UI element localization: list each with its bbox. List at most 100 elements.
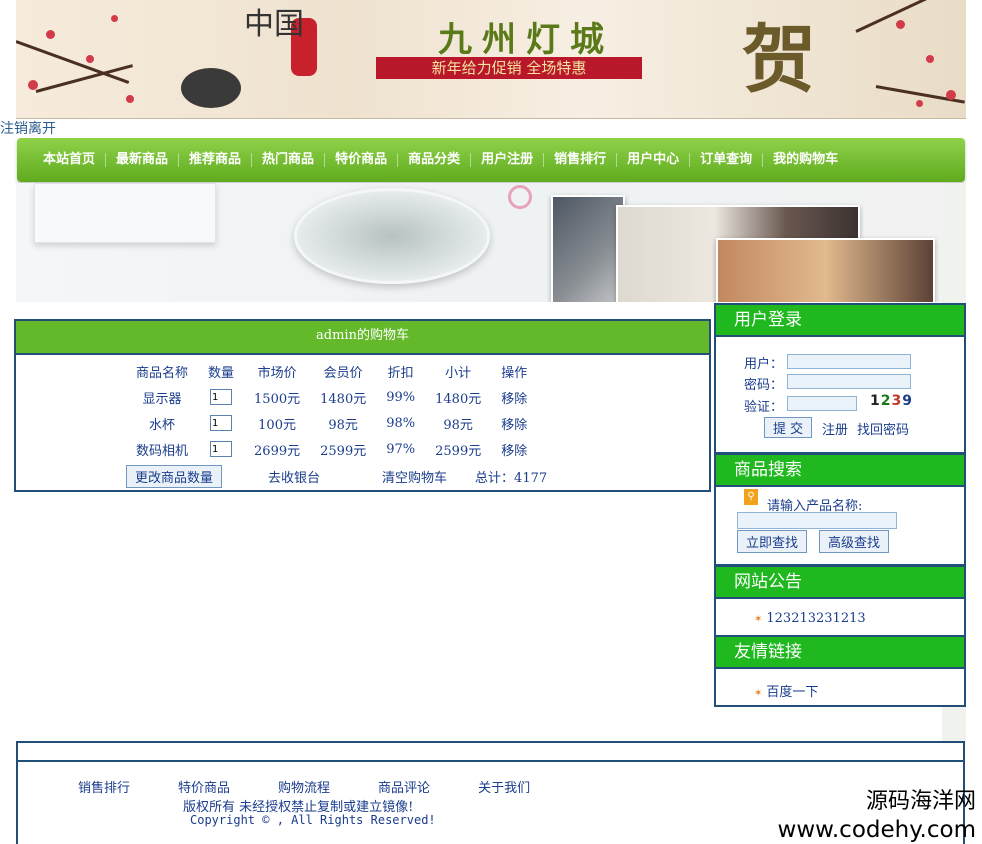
column-header: 小计 [445, 365, 472, 381]
cart-cell-discount: 99% [386, 389, 416, 405]
footer-copyright: Copyright © , All Rights Reserved! [190, 813, 436, 827]
nav-item[interactable]: 用户注册 [471, 153, 545, 167]
bullet-icon: ✶ [754, 688, 763, 699]
footer-divider [18, 760, 963, 762]
remove-link[interactable]: 移除 [491, 410, 537, 436]
watermark-url: www.codehy.com [777, 817, 976, 843]
footer-links: 销售排行 特价商品 购物流程 商品评论 关于我们 [78, 777, 578, 796]
bullet-icon: ✶ [754, 614, 763, 625]
password-input[interactable] [787, 374, 911, 389]
nav-item[interactable]: 推荐商品 [179, 153, 253, 167]
quantity-input[interactable] [210, 415, 233, 432]
cart-cell-market: 1500元 [254, 391, 301, 407]
links-title: 友情链接 [716, 637, 964, 669]
nav-item[interactable]: 特价商品 [325, 153, 399, 167]
captcha-input[interactable] [787, 396, 857, 411]
register-link[interactable]: 注册 [822, 419, 848, 438]
hero-image [16, 183, 942, 302]
advanced-search-button[interactable]: 高级查找 [819, 530, 890, 553]
nav-item[interactable]: 最新商品 [106, 153, 180, 167]
cart-cell-member: 2599元 [320, 443, 367, 459]
footer-link[interactable]: 特价商品 [178, 777, 230, 796]
forgot-password-link[interactable]: 找回密码 [857, 419, 909, 438]
table-row: 显示器1500元1480元99%1480元移除 [126, 384, 537, 410]
checkout-link[interactable]: 去收银台 [268, 467, 320, 486]
clear-cart-link[interactable]: 清空购物车 [382, 467, 447, 486]
site-title: 九州灯城 [438, 20, 614, 60]
cart-cell-subtotal: 2599元 [435, 443, 482, 459]
cart-total: 总计：4177 [475, 471, 548, 486]
product-name-input[interactable] [737, 512, 897, 529]
ink-stone-decoration [181, 68, 241, 108]
cart-title: admin的购物车 [16, 321, 709, 355]
nav-item[interactable]: 我的购物车 [763, 153, 848, 167]
notice-title: 网站公告 [716, 567, 964, 599]
footer-link[interactable]: 商品评论 [378, 777, 430, 796]
cart-cell-name: 水杯 [149, 417, 176, 433]
column-header: 操作 [501, 365, 528, 381]
cart-cell-member: 1480元 [320, 391, 367, 407]
captcha-label: 验证： [744, 400, 784, 415]
site-notice-panel: 网站公告 ✶ 123213231213 [714, 565, 966, 637]
logout-link[interactable]: 注销离开 [0, 118, 56, 138]
cart-cell-subtotal: 1480元 [435, 391, 482, 407]
login-title: 用户登录 [716, 305, 964, 337]
cart-cell-name: 显示器 [142, 391, 182, 407]
friend-links-panel: 友情链接 ✶ 百度一下 [714, 635, 966, 707]
cart-cell-market: 100元 [258, 417, 296, 433]
cart-cell-name: 数码相机 [136, 443, 189, 459]
round-lamp-image [294, 188, 490, 284]
username-label: 用户： [744, 357, 784, 372]
watermark: 源码海洋网 www.codehy.com [778, 788, 976, 844]
product-search-panel: 商品搜索 ⚲ 请输入产品名称: 立即查找 高级查找 [714, 453, 966, 566]
captcha-image[interactable]: 1239 [870, 393, 914, 411]
quantity-cell [198, 410, 244, 436]
footer-link[interactable]: 销售排行 [78, 777, 130, 796]
notice-item[interactable]: ✶ 123213231213 [754, 611, 866, 626]
watermark-name: 源码海洋网 [865, 789, 976, 814]
cart-cell-subtotal: 98元 [443, 417, 473, 433]
quantity-input[interactable] [210, 441, 233, 458]
nav-item[interactable]: 商品分类 [398, 153, 472, 167]
ring-decoration [508, 185, 532, 209]
banner-seal-text: 中国 [244, 7, 304, 42]
nav-item[interactable]: 用户中心 [617, 153, 691, 167]
footer-link[interactable]: 关于我们 [478, 777, 530, 796]
column-header: 市场价 [257, 365, 297, 381]
banner-slogan: 新年给力促销 全场特惠 [376, 57, 642, 79]
cart-cell-market: 2699元 [254, 443, 301, 459]
nav-item[interactable]: 订单查询 [690, 153, 764, 167]
cart-header-row: 商品名称 数量 市场价 会员价 折扣 小计 操作 [126, 358, 537, 384]
left-gutter [0, 183, 14, 743]
search-icon: ⚲ [744, 489, 758, 505]
table-row: 水杯 100元 98元 98% 98元 移除 [126, 410, 537, 436]
site-banner: 中国 九州灯城 新年给力促销 全场特惠 贺 [16, 0, 966, 119]
quantity-input[interactable] [210, 389, 233, 406]
square-lamp-image [34, 183, 216, 243]
cart-actions: 更改商品数量 去收银台 清空购物车 总计：4177 [126, 465, 547, 488]
password-label: 密码： [744, 378, 784, 393]
room-photo-3 [716, 238, 935, 302]
footer-link[interactable]: 购物流程 [278, 777, 330, 796]
friend-link-item[interactable]: ✶ 百度一下 [754, 681, 818, 700]
cart-cell-member: 98元 [328, 417, 358, 433]
cart-table: 商品名称数量市场价会员价折扣小计操作显示器1500元1480元99%1480元移… [126, 358, 537, 462]
shopping-cart-panel: admin的购物车 商品名称 数量 市场价 会员价 折扣 小计 操作显示器 1500元 1480… [14, 319, 711, 492]
login-submit-button[interactable]: 提 交 [764, 417, 813, 438]
quantity-cell [198, 436, 244, 462]
room-photo-1 [551, 195, 625, 302]
update-quantity-button[interactable]: 更改商品数量 [126, 465, 223, 488]
nav-item[interactable]: 销售排行 [544, 153, 618, 167]
column-header: 数量 [208, 365, 235, 381]
remove-link[interactable]: 移除 [491, 384, 537, 410]
nav-item[interactable]: 本站首页 [33, 153, 107, 167]
column-header: 商品名称 [136, 365, 189, 381]
username-input[interactable] [787, 354, 911, 369]
nav-item[interactable]: 热门商品 [252, 153, 326, 167]
search-button[interactable]: 立即查找 [737, 530, 808, 553]
main-nav: 本站首页 最新商品 推荐商品 热门商品 特价商品 商品分类 用户注册 销售排行 用户中心 订单查询… [17, 138, 965, 182]
login-panel: 用户登录 用户： 密码： 验证： 1239 提 交 注册 找回密码 [714, 303, 966, 454]
remove-link[interactable]: 移除 [491, 436, 537, 462]
table-row: 数码相机2699元2599元97%2599元移除 [126, 436, 537, 462]
quantity-cell [198, 384, 244, 410]
